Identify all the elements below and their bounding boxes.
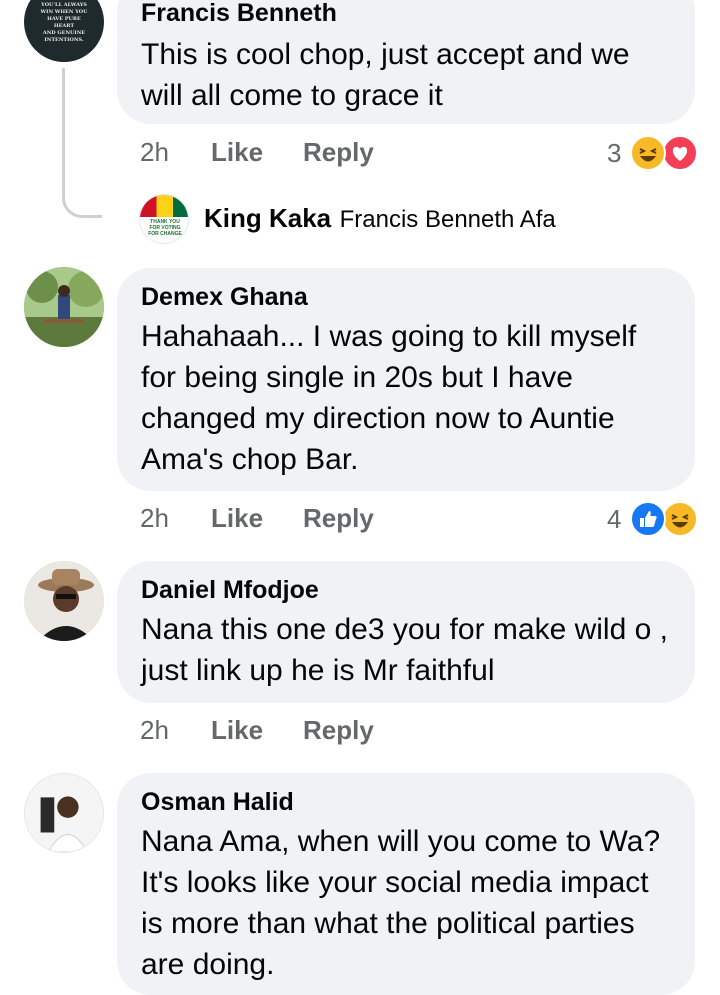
comment-bubble[interactable]: Francis Benneth This is cool chop, just …	[117, 0, 695, 124]
avatar-daniel-mfodjoe[interactable]	[24, 561, 104, 641]
like-button[interactable]: Like	[211, 137, 263, 168]
comment-text: Nana Ama, when will you come to Wa? It's…	[141, 825, 661, 981]
comment-text: Nana this one de3 you for make wild o , …	[141, 613, 668, 687]
comment-author[interactable]: Demex Ghana	[141, 282, 671, 312]
like-icon	[630, 501, 666, 537]
comment-text: Hahahaah... I was going to kill myself f…	[141, 320, 637, 476]
comment-actions: 2h Like Reply	[140, 715, 700, 747]
comment-bubble[interactable]: Daniel Mfodjoe Nana this one de3 you for…	[117, 561, 695, 703]
avatar-photo	[25, 774, 103, 852]
avatar-flag-stripe	[140, 195, 188, 217]
avatar-king-kaka[interactable]: THANK YOU FOR VOTING FOR CHANGE	[139, 194, 189, 244]
reaction-count[interactable]: 3	[607, 138, 621, 169]
like-button[interactable]: Like	[211, 503, 263, 534]
avatar-osman-halid[interactable]	[24, 773, 104, 853]
comment-time: 2h	[140, 715, 169, 745]
comment-text: This is cool chop, just accept and we wi…	[141, 38, 630, 112]
comment-author[interactable]: Daniel Mfodjoe	[141, 575, 671, 605]
reply-button[interactable]: Reply	[303, 503, 374, 534]
haha-icon	[662, 501, 698, 537]
comment-time: 2h	[140, 503, 169, 533]
comment-bubble[interactable]: Osman Halid Nana Ama, when will you come…	[117, 773, 695, 995]
reply-preview-text: Francis Benneth Afa	[339, 206, 556, 233]
avatar-caption: THANK YOU FOR VOTING FOR CHANGE	[148, 219, 182, 237]
avatar-demex-ghana[interactable]	[24, 267, 104, 347]
avatar-photo	[24, 267, 104, 347]
reply-button[interactable]: Reply	[303, 715, 374, 746]
avatar-francis-benneth[interactable]: YOU'LL ALWAYS WIN WHEN YOU HAVE PURE HEA…	[24, 0, 104, 62]
haha-icon	[630, 135, 666, 171]
love-icon	[662, 135, 698, 171]
comment-time: 2h	[140, 137, 169, 167]
reply-author[interactable]: King Kaka	[204, 203, 331, 233]
comment-bubble[interactable]: Demex Ghana Hahahaah... I was going to k…	[117, 268, 695, 491]
avatar-quote: YOU'LL ALWAYS WIN WHEN YOU HAVE PURE HEA…	[40, 2, 88, 43]
reaction-count[interactable]: 4	[607, 504, 621, 535]
comment-author[interactable]: Francis Benneth	[141, 0, 671, 28]
avatar-photo	[24, 561, 104, 641]
reply-preview[interactable]: King Kaka Francis Benneth Afa	[204, 203, 556, 234]
comment-author[interactable]: Osman Halid	[141, 787, 671, 817]
reply-button[interactable]: Reply	[303, 137, 374, 168]
reply-thread-line	[62, 68, 102, 218]
like-button[interactable]: Like	[211, 715, 263, 746]
